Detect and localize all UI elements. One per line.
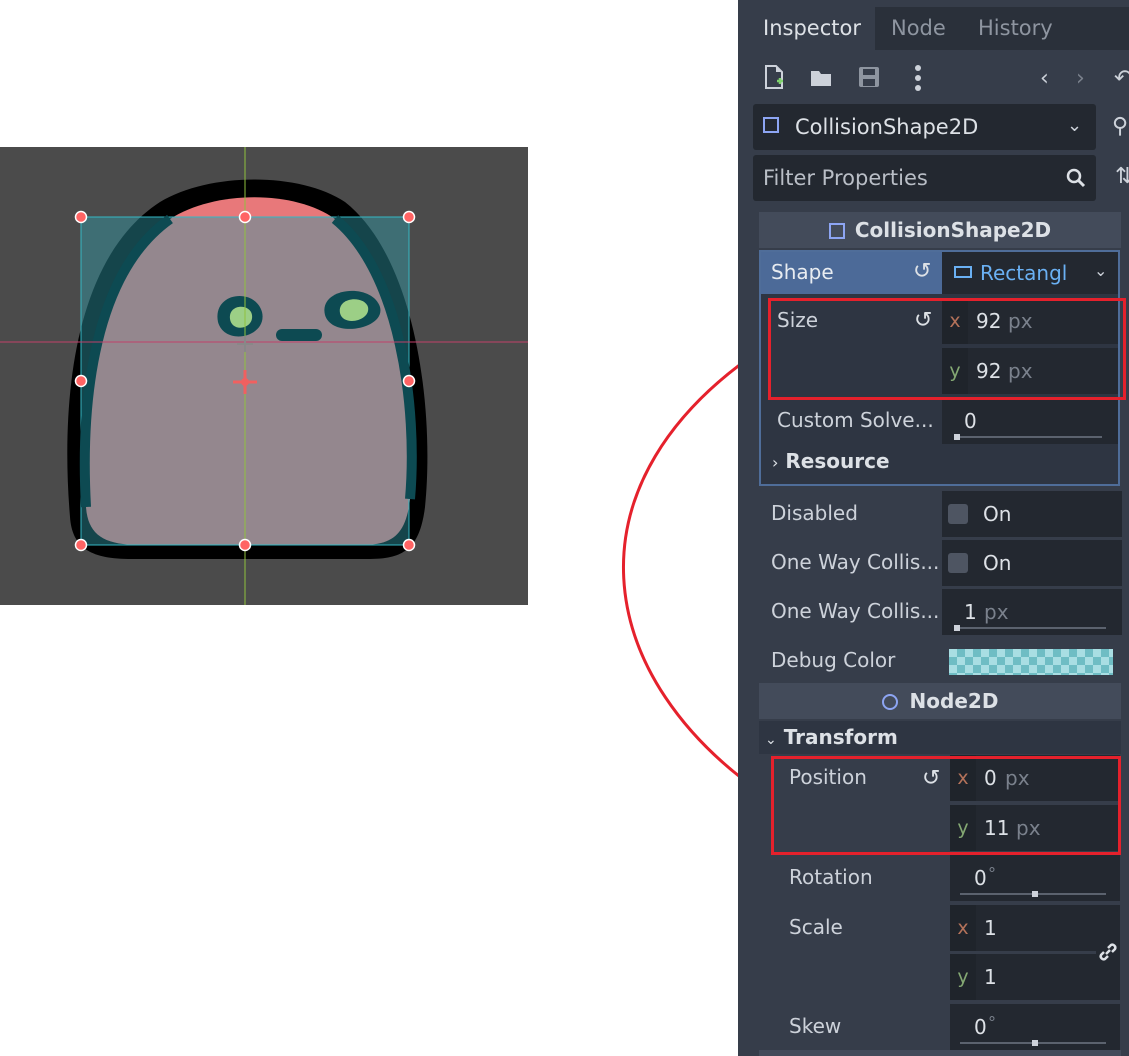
object-properties-icon[interactable]: ⚲ — [1112, 112, 1128, 142]
scale-y-field[interactable]: y 1 — [950, 954, 1096, 1000]
rotation-field[interactable]: 0 ° — [950, 855, 1120, 901]
chevron-left-icon[interactable]: ‹ — [1040, 64, 1049, 94]
custom-solver-label: Custom Solve... — [777, 408, 934, 432]
slider-knob[interactable] — [1032, 891, 1038, 897]
new-resource-icon[interactable] — [764, 65, 784, 98]
history-icon[interactable]: ↶ — [1114, 64, 1129, 94]
shape-resource-dropdown[interactable]: Rectangl ⌄ — [942, 252, 1118, 294]
node-selector-dropdown[interactable]: CollisionShape2D ⌄ — [753, 104, 1096, 150]
one-way-margin-field[interactable]: 1 px — [942, 589, 1122, 635]
one-way-collision-label: One Way Collis... — [771, 550, 940, 574]
axis-x-label: x — [950, 905, 976, 951]
filter-placeholder: Filter Properties — [763, 166, 928, 190]
dock-tabs: Inspector Node History — [747, 7, 1129, 50]
slider-knob[interactable] — [954, 625, 960, 631]
one-way-margin-label: One Way Collis... — [771, 599, 940, 623]
shape-label: Shape — [771, 260, 834, 284]
scale-x-field[interactable]: x 1 — [950, 905, 1096, 951]
chevron-down-icon: ⌄ — [1067, 115, 1083, 136]
one-way-margin-slider[interactable] — [954, 627, 1106, 629]
filter-options-icon[interactable]: ⇅ — [1115, 162, 1129, 192]
debug-color-swatch[interactable] — [949, 649, 1113, 675]
tab-inspector[interactable]: Inspector — [747, 7, 875, 50]
disabled-field[interactable]: On — [942, 491, 1122, 537]
open-folder-icon[interactable] — [810, 67, 834, 97]
disabled-checkbox[interactable] — [948, 504, 968, 524]
rect-shape-icon — [763, 117, 779, 133]
axis-y-label: y — [950, 954, 976, 1000]
transform-label: Transform — [783, 725, 898, 749]
shape-value: Rectangl — [980, 261, 1068, 285]
canvas-viewport[interactable] — [0, 147, 528, 605]
rect-shape-icon — [828, 223, 845, 239]
save-icon[interactable] — [858, 66, 880, 97]
chevron-right-icon: › — [772, 453, 779, 472]
size-highlight-box — [768, 298, 1126, 400]
chevron-down-icon: ⌄ — [765, 732, 777, 748]
slime-mouth — [276, 329, 322, 341]
scale-x-value: 1 — [984, 916, 997, 940]
custom-solver-field[interactable]: 0 — [942, 398, 1118, 444]
transform-group-header[interactable]: ⌄ Transform — [759, 721, 1121, 754]
one-way-collision-field[interactable]: On — [942, 540, 1122, 586]
shape-property-row: Shape ↺ — [761, 252, 942, 294]
disabled-value: On — [983, 502, 1012, 526]
one-way-collision-checkbox[interactable] — [948, 553, 968, 573]
next-section-edge — [759, 1050, 1121, 1056]
rotation-label: Rotation — [789, 865, 873, 889]
filter-properties-input[interactable]: Filter Properties — [753, 155, 1096, 201]
resource-label: Resource — [785, 449, 890, 473]
collisionshape2d-section-title: CollisionShape2D — [854, 218, 1052, 242]
node-selector-label: CollisionShape2D — [795, 115, 979, 139]
position-highlight-box — [771, 756, 1121, 855]
search-icon — [1066, 168, 1086, 188]
disabled-label: Disabled — [771, 501, 858, 525]
node2d-section-title: Node2D — [909, 689, 999, 713]
slider-knob[interactable] — [954, 434, 960, 440]
debug-color-label: Debug Color — [771, 648, 896, 672]
more-vertical-icon[interactable] — [914, 64, 922, 101]
rotation-unit: ° — [988, 864, 996, 883]
collisionshape2d-section-header[interactable]: CollisionShape2D — [759, 212, 1121, 248]
chevron-down-icon: ⌄ — [1094, 261, 1108, 280]
skew-label: Skew — [789, 1014, 842, 1038]
scale-link-area — [1096, 905, 1120, 1000]
revert-icon[interactable]: ↺ — [913, 258, 931, 286]
resource-group-header[interactable]: › Resource — [772, 445, 1129, 478]
inspector-panel: Inspector Node History ‹ › ↶ CollisionSh… — [738, 0, 1129, 1056]
scale-label: Scale — [789, 915, 843, 939]
one-way-collision-value: On — [983, 551, 1012, 575]
tab-history[interactable]: History — [978, 7, 1053, 50]
link-icon[interactable] — [1098, 942, 1118, 962]
chevron-right-icon[interactable]: › — [1076, 64, 1085, 94]
rectangle-shape-icon — [954, 266, 972, 278]
custom-solver-slider[interactable] — [954, 436, 1102, 438]
skew-field[interactable]: 0 ° — [950, 1004, 1120, 1050]
tab-node[interactable]: Node — [891, 7, 946, 50]
slider-knob[interactable] — [1032, 1040, 1038, 1046]
skew-unit: ° — [988, 1013, 996, 1032]
node2d-circle-icon — [881, 694, 898, 710]
scale-y-value: 1 — [984, 965, 997, 989]
node2d-section-header[interactable]: Node2D — [759, 683, 1121, 719]
sprite-canvas — [0, 147, 528, 605]
